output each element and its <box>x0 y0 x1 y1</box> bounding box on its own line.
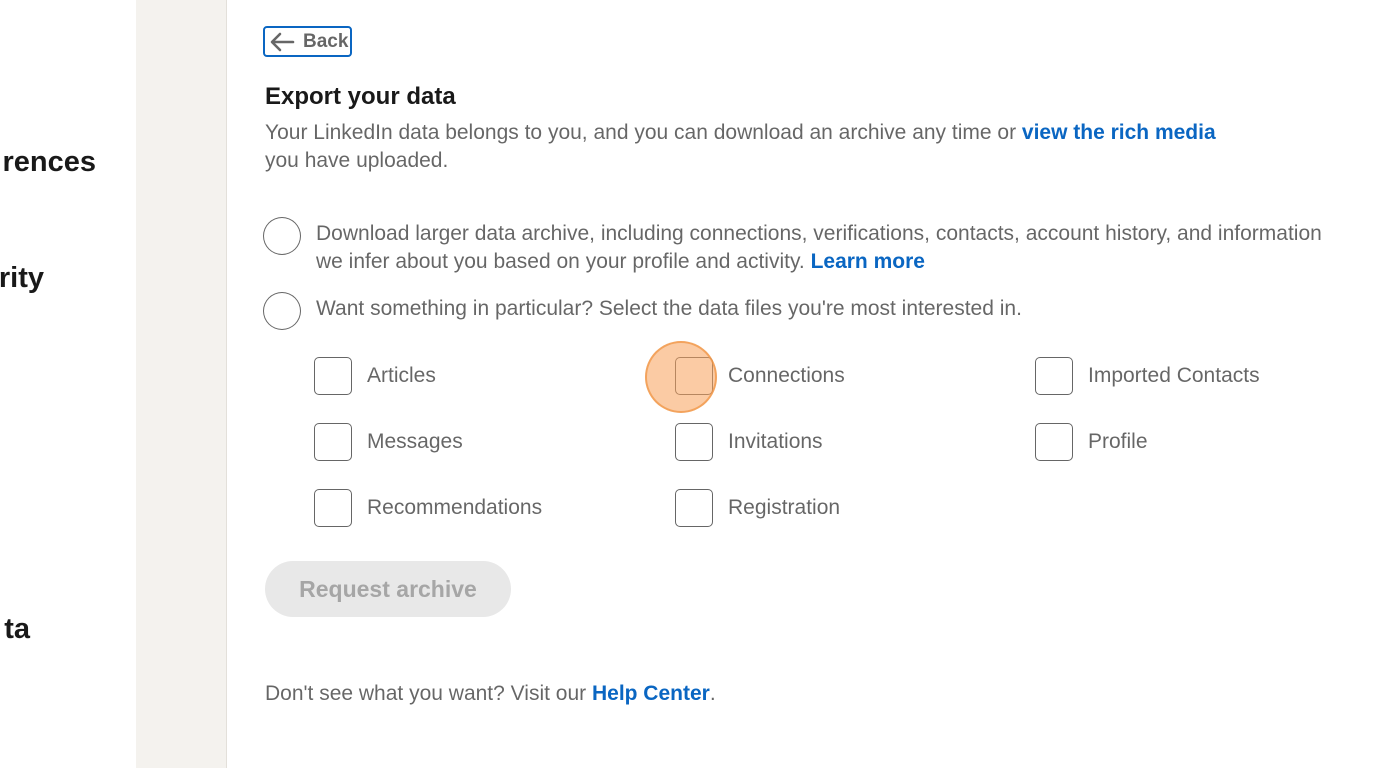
articles-checkbox[interactable] <box>314 357 352 395</box>
intro-body-end: you have uploaded. <box>265 149 449 172</box>
invitations-checkbox[interactable] <box>675 423 713 461</box>
file-option-messages: Messages <box>314 422 463 462</box>
nav-item-preferences[interactable]: rences <box>2 146 96 179</box>
request-archive-button[interactable]: Request archive <box>265 561 511 617</box>
connections-label[interactable]: Connections <box>728 364 845 388</box>
file-option-profile: Profile <box>1035 422 1148 462</box>
registration-label[interactable]: Registration <box>728 496 840 520</box>
arrow-left-icon <box>270 32 295 51</box>
file-option-registration: Registration <box>675 488 840 528</box>
profile-label[interactable]: Profile <box>1088 430 1148 454</box>
file-option-imported-contacts: Imported Contacts <box>1035 356 1260 396</box>
imported-contacts-checkbox[interactable] <box>1035 357 1073 395</box>
nav-item-security[interactable]: rity <box>0 262 44 295</box>
option-partial-archive: Want something in particular? Select the… <box>263 292 1022 330</box>
imported-contacts-label[interactable]: Imported Contacts <box>1088 364 1260 388</box>
connections-checkbox[interactable] <box>675 357 713 395</box>
learn-more-link[interactable]: Learn more <box>811 250 925 273</box>
option-full-archive: Download larger data archive, including … <box>263 217 1333 276</box>
intro-body: Your LinkedIn data belongs to you, and y… <box>265 121 1022 144</box>
rich-media-link[interactable]: view the rich media <box>1022 121 1216 144</box>
settings-nav: rences rity ta <box>0 0 136 768</box>
articles-label[interactable]: Articles <box>367 364 436 388</box>
nav-item-data-privacy[interactable]: ta <box>4 613 30 646</box>
back-button[interactable]: Back <box>263 26 352 57</box>
profile-checkbox[interactable] <box>1035 423 1073 461</box>
export-data-panel: Back Export your data Your LinkedIn data… <box>226 0 1376 768</box>
footer-text: Don't see what you want? Visit our <box>265 682 592 705</box>
messages-checkbox[interactable] <box>314 423 352 461</box>
help-footer: Don't see what you want? Visit our Help … <box>265 682 716 706</box>
messages-label[interactable]: Messages <box>367 430 463 454</box>
file-option-invitations: Invitations <box>675 422 823 462</box>
file-option-articles: Articles <box>314 356 436 396</box>
full-archive-radio[interactable] <box>263 217 301 255</box>
file-option-connections: Connections <box>675 356 845 396</box>
file-option-recommendations: Recommendations <box>314 488 542 528</box>
footer-end: . <box>709 682 716 705</box>
help-center-link[interactable]: Help Center <box>592 682 710 705</box>
intro-text: Your LinkedIn data belongs to you, and y… <box>265 119 1345 175</box>
page-title: Export your data <box>265 83 456 110</box>
recommendations-checkbox[interactable] <box>314 489 352 527</box>
partial-archive-label: Want something in particular? Select the… <box>316 297 1022 320</box>
page-gutter <box>136 0 226 768</box>
registration-checkbox[interactable] <box>675 489 713 527</box>
back-label: Back <box>303 30 349 52</box>
recommendations-label[interactable]: Recommendations <box>367 496 542 520</box>
partial-archive-radio[interactable] <box>263 292 301 330</box>
invitations-label[interactable]: Invitations <box>728 430 823 454</box>
